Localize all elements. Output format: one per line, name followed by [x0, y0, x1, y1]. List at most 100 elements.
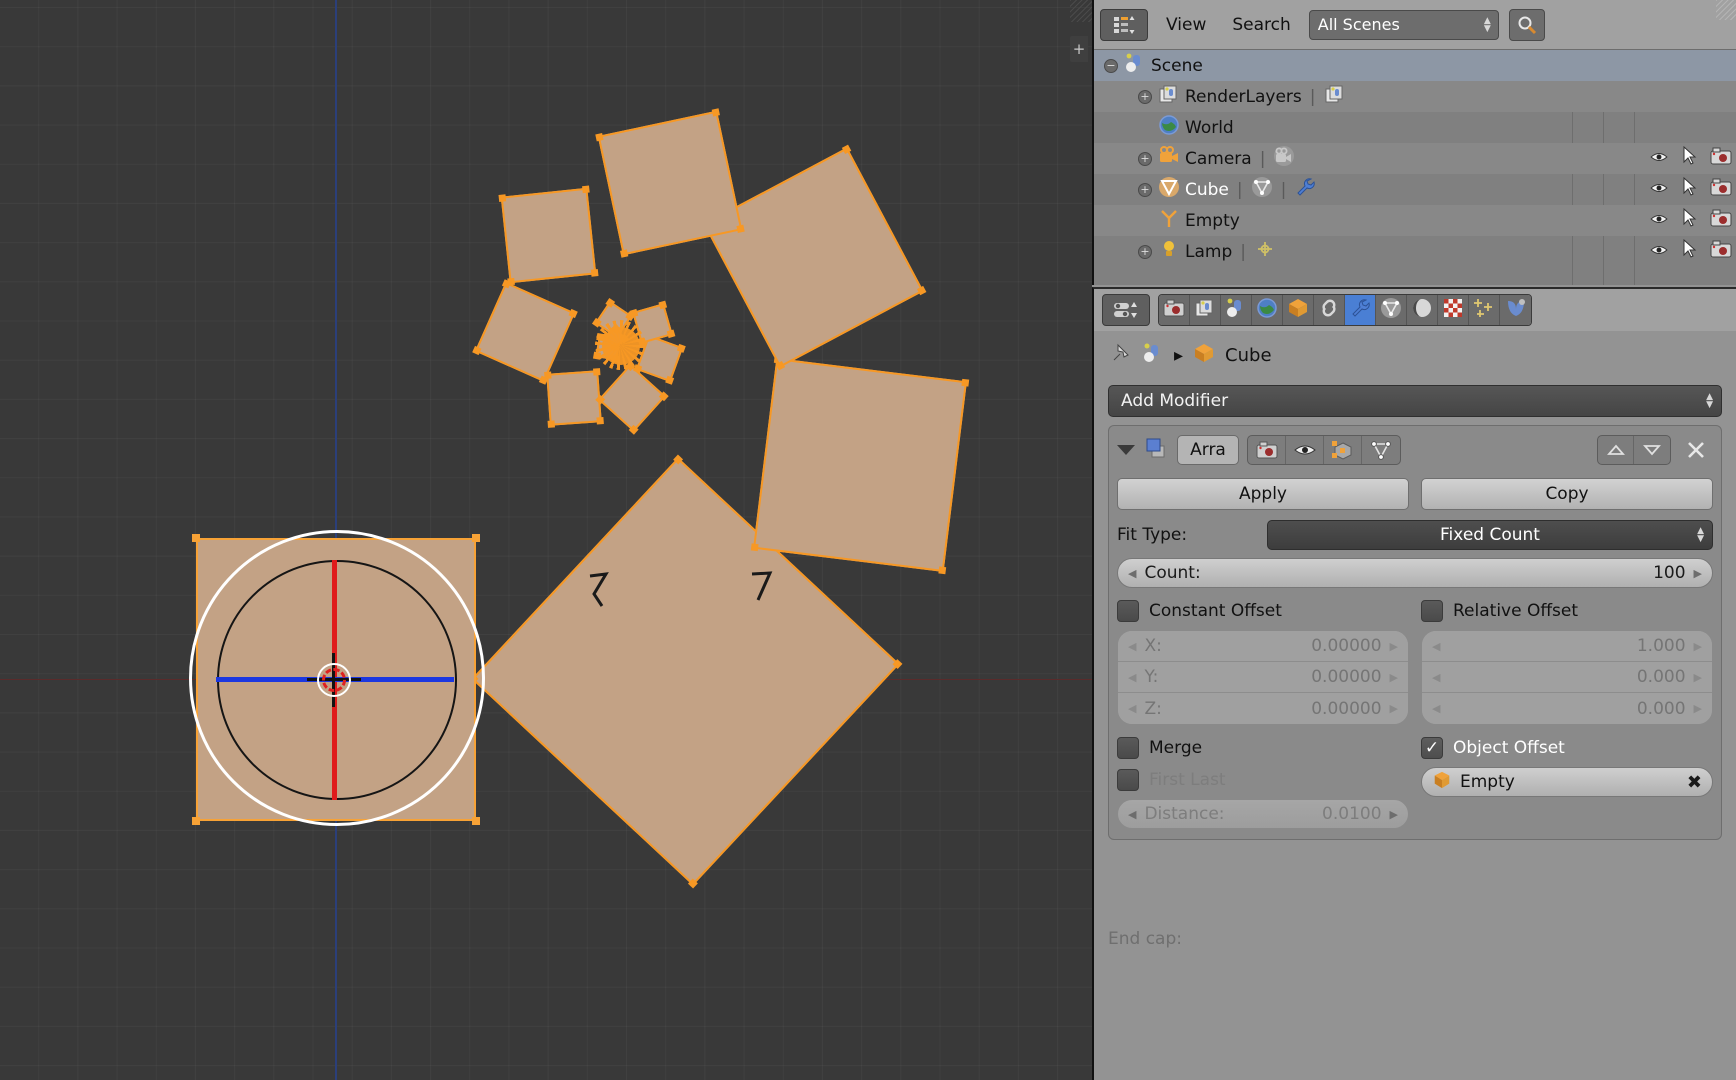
eye-icon[interactable]	[1643, 180, 1674, 200]
decrement-arrow-icon[interactable]: ◀	[1128, 702, 1136, 715]
add-modifier-dropdown[interactable]: Add Modifier ▲ ▼	[1108, 385, 1722, 417]
properties-tabs[interactable]	[1158, 294, 1532, 326]
expander-toggle[interactable]: +	[1138, 182, 1152, 197]
relative-offset-axis2[interactable]: ◀ 0.000 ▶	[1422, 693, 1712, 724]
increment-arrow-icon[interactable]: ▶	[1390, 702, 1398, 715]
eye-icon[interactable]	[1643, 149, 1674, 169]
decrement-arrow-icon[interactable]: ◀	[1128, 671, 1136, 684]
render-tab[interactable]	[1159, 295, 1190, 325]
scene-icon[interactable]	[1142, 342, 1164, 369]
modifier-name-field[interactable]: Arra	[1177, 435, 1239, 465]
texture-tab[interactable]	[1438, 295, 1469, 325]
decrement-arrow-icon[interactable]: ◀	[1432, 640, 1440, 653]
decrement-arrow-icon[interactable]: ◀	[1432, 702, 1440, 715]
increment-arrow-icon[interactable]: ▶	[1390, 808, 1398, 821]
3d-viewport[interactable]: +	[0, 0, 1092, 1080]
close-x-icon[interactable]	[1679, 435, 1713, 465]
relative-offset-toggle[interactable]: Relative Offset	[1421, 600, 1713, 622]
camera-render-icon[interactable]	[1705, 178, 1736, 201]
copy-button[interactable]: Copy	[1421, 478, 1713, 510]
modifiers-tab[interactable]	[1345, 295, 1376, 325]
chevron-up-icon[interactable]	[1598, 436, 1634, 464]
properties-editor-icon[interactable]	[1102, 294, 1150, 326]
outliner-editor[interactable]: View Search All Scenes ▲ ▼ − Scene + RenderL…	[1092, 0, 1736, 285]
relative-offset-axis0[interactable]: ◀ 1.000 ▶	[1422, 631, 1712, 662]
modifier-display-toggles[interactable]	[1247, 435, 1401, 465]
on-cage-toggle-icon[interactable]	[1362, 436, 1400, 464]
properties-editor[interactable]: ▸ Cube Add Modifier ▲ ▼ Arra Apply Copy …	[1092, 287, 1736, 1080]
outliner-editor-icon[interactable]	[1100, 8, 1148, 41]
render-toggle-icon[interactable]	[1248, 436, 1286, 464]
camera-data-icon[interactable]	[1273, 145, 1295, 172]
cursor-arrow-icon[interactable]	[1674, 176, 1705, 202]
viewport-corner-widget[interactable]	[1070, 0, 1092, 22]
outliner-row-scene[interactable]: − Scene	[1094, 50, 1736, 81]
decrement-arrow-icon[interactable]: ◀	[1128, 808, 1136, 821]
distance-field[interactable]: ◀ Distance: 0.0100 ▶	[1117, 799, 1409, 829]
count-field[interactable]: ◀ Count: 100 ▶	[1117, 558, 1713, 588]
outliner-row-empty[interactable]: Empty	[1094, 205, 1736, 236]
visibility-columns[interactable]	[1643, 143, 1736, 174]
increment-arrow-icon[interactable]: ▶	[1390, 671, 1398, 684]
scene-tab[interactable]	[1221, 295, 1252, 325]
cursor-arrow-icon[interactable]	[1674, 207, 1705, 233]
render-layers-tab[interactable]	[1190, 295, 1221, 325]
object-offset-toggle[interactable]: ✓ Object Offset	[1421, 737, 1713, 759]
realtime-toggle-icon[interactable]	[1286, 436, 1324, 464]
world-tab[interactable]	[1252, 295, 1283, 325]
visibility-columns[interactable]	[1643, 174, 1736, 205]
lamp-data-icon[interactable]	[1254, 238, 1276, 265]
relative-offset-axis1[interactable]: ◀ 0.000 ▶	[1422, 662, 1712, 693]
increment-arrow-icon[interactable]: ▶	[1694, 567, 1702, 580]
plus-icon[interactable]: +	[1070, 36, 1088, 62]
increment-arrow-icon[interactable]: ▶	[1694, 702, 1702, 715]
mesh-data-icon[interactable]	[1251, 176, 1273, 203]
relative-offset-fields[interactable]: ◀ 1.000 ▶ ◀ 0.000 ▶ ◀ 0.000 ▶	[1421, 630, 1713, 725]
increment-arrow-icon[interactable]: ▶	[1390, 640, 1398, 653]
constant-offset-toggle[interactable]: Constant Offset	[1117, 600, 1409, 622]
particles-tab[interactable]	[1469, 295, 1500, 325]
constant-offset-z[interactable]: ◀ Z: 0.00000 ▶	[1118, 693, 1408, 724]
first-last-toggle[interactable]: First Last	[1117, 769, 1409, 791]
increment-arrow-icon[interactable]: ▶	[1694, 671, 1702, 684]
outliner-corner-widget[interactable]	[1716, 0, 1736, 20]
object-tab[interactable]	[1283, 295, 1314, 325]
material-tab[interactable]	[1407, 295, 1438, 325]
cursor-arrow-icon[interactable]	[1674, 145, 1705, 171]
modifier-reorder-buttons[interactable]	[1597, 435, 1671, 465]
decrement-arrow-icon[interactable]: ◀	[1128, 567, 1136, 580]
expander-toggle[interactable]: −	[1104, 58, 1118, 73]
increment-arrow-icon[interactable]: ▶	[1694, 640, 1702, 653]
decrement-arrow-icon[interactable]: ◀	[1128, 640, 1136, 653]
wrench-icon[interactable]	[1294, 176, 1316, 203]
scene-filter-dropdown[interactable]: All Scenes ▲ ▼	[1308, 9, 1499, 40]
apply-button[interactable]: Apply	[1117, 478, 1409, 510]
outliner-tree[interactable]: − Scene + RenderLayers | World + Camera | + Cube | |…	[1094, 50, 1736, 267]
camera-render-icon[interactable]	[1705, 209, 1736, 232]
offset-object-field[interactable]: Empty ✖	[1421, 767, 1713, 797]
physics-tab[interactable]	[1500, 295, 1531, 325]
chevron-down-icon[interactable]	[1634, 436, 1670, 464]
close-x-icon[interactable]: ✖	[1687, 772, 1702, 793]
checkbox[interactable]: ✓	[1421, 737, 1443, 759]
visibility-columns[interactable]	[1643, 205, 1736, 236]
expander-toggle[interactable]: +	[1138, 244, 1152, 259]
cursor-arrow-icon[interactable]	[1674, 238, 1705, 264]
checkbox[interactable]	[1117, 769, 1139, 791]
data-tab[interactable]	[1376, 295, 1407, 325]
renderlayers-icon[interactable]	[1324, 83, 1346, 110]
menu-view[interactable]: View	[1158, 15, 1214, 35]
eye-icon[interactable]	[1643, 242, 1674, 262]
checkbox[interactable]	[1421, 600, 1443, 622]
constraints-tab[interactable]	[1314, 295, 1345, 325]
camera-render-icon[interactable]	[1705, 240, 1736, 263]
constant-offset-fields[interactable]: ◀ X: 0.00000 ▶ ◀ Y: 0.00000 ▶ ◀ Z: 0.00000 ▶	[1117, 630, 1409, 725]
outliner-row-lamp[interactable]: + Lamp |	[1094, 236, 1736, 267]
menu-search[interactable]: Search	[1224, 15, 1298, 35]
pin-icon[interactable]	[1110, 342, 1132, 369]
expander-toggle[interactable]: +	[1138, 89, 1152, 104]
decrement-arrow-icon[interactable]: ◀	[1432, 671, 1440, 684]
merge-toggle[interactable]: Merge	[1117, 737, 1409, 759]
triangle-down-icon[interactable]	[1117, 445, 1135, 455]
constant-offset-x[interactable]: ◀ X: 0.00000 ▶	[1118, 631, 1408, 662]
